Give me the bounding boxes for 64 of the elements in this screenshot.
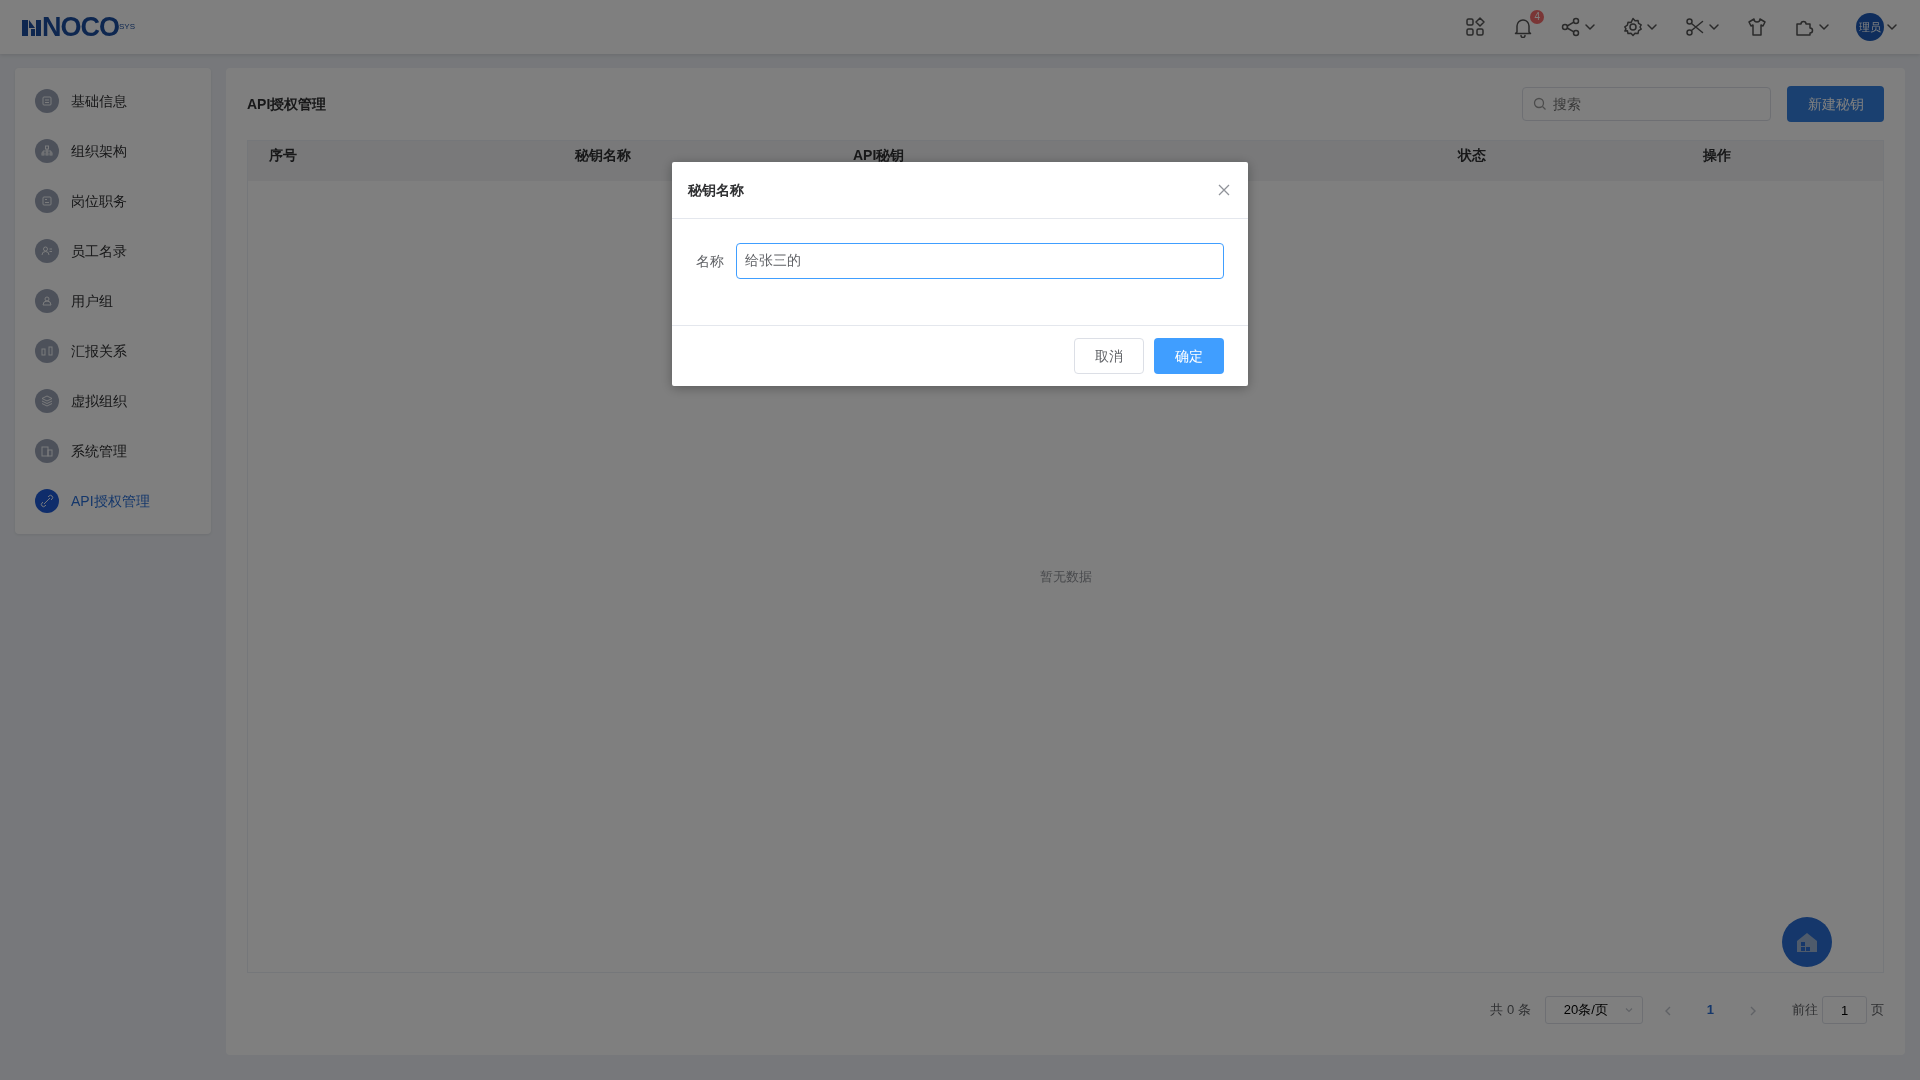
menu-icon [35, 489, 59, 513]
page-size-select[interactable]: 20条/页 [1544, 996, 1643, 1024]
caret-icon [1708, 21, 1720, 33]
menu-icon [35, 89, 59, 113]
share-icon [1560, 16, 1582, 38]
column-header: 操作 [1703, 146, 1733, 165]
shirt-button[interactable] [1746, 16, 1768, 38]
page-unit-label: 页 [1871, 1001, 1884, 1020]
menu-icon [35, 239, 59, 263]
column-header: 序号 [268, 146, 298, 165]
user-menu-button[interactable]: 理员 [1856, 13, 1898, 41]
shirt-icon [1746, 16, 1768, 38]
page-number[interactable]: 1 [1692, 1000, 1728, 1020]
scissors-icon [1684, 16, 1706, 38]
confirm-button[interactable]: 确定 [1154, 338, 1224, 374]
goto-page-field[interactable]: 1 [1822, 996, 1867, 1024]
caret-icon [1584, 21, 1596, 33]
goto-label: 前往 [1792, 1001, 1818, 1020]
field-label: 名称 [696, 251, 724, 271]
avatar: 理员 [1856, 13, 1884, 41]
column-header: 状态 [1457, 146, 1487, 165]
sidebar-item[interactable]: 基础信息 [15, 76, 211, 126]
close-button[interactable] [1216, 182, 1232, 198]
menu-icon [35, 339, 59, 363]
sidebar-item[interactable]: 虚拟组织 [15, 376, 211, 426]
settings-icon [1622, 16, 1644, 38]
close-icon [1216, 182, 1232, 198]
sidebar-item[interactable]: API授权管理 [15, 476, 211, 526]
menu-icon [35, 389, 59, 413]
caret-icon [1623, 1005, 1634, 1015]
column-header: 秘钥名称 [575, 146, 632, 165]
logo-icon [22, 18, 42, 36]
sidebar-item[interactable]: 员工名录 [15, 226, 211, 276]
search-icon [1533, 97, 1547, 111]
notification-badge: 4 [1530, 10, 1544, 24]
sidebar-item[interactable]: 系统管理 [15, 426, 211, 476]
menu-icon [35, 139, 59, 163]
house-icon [1794, 930, 1820, 954]
cancel-button[interactable]: 取消 [1074, 338, 1144, 374]
page-title: API授权管理 [247, 94, 327, 114]
menu-icon [35, 289, 59, 313]
search-field[interactable]: 搜索 [1522, 87, 1771, 121]
bell-icon [1512, 16, 1534, 38]
sidebar-item[interactable]: 岗位职务 [15, 176, 211, 226]
new-key-button[interactable]: 新建秘钥 [1787, 86, 1884, 122]
chevron-right-icon [1748, 1004, 1758, 1017]
caret-icon [1646, 21, 1658, 33]
sidebar-item[interactable]: 组织架构 [15, 126, 211, 176]
sidebar-item[interactable]: 用户组 [15, 276, 211, 326]
name-field[interactable]: 给张三的 [736, 243, 1224, 279]
apps-icon [1464, 16, 1486, 38]
apps-button[interactable] [1464, 16, 1486, 38]
sidebar-item[interactable]: 汇报关系 [15, 326, 211, 376]
column-header: API秘钥 [852, 146, 906, 165]
dialog-title: 秘钥名称 [688, 180, 744, 200]
menu-icon [35, 439, 59, 463]
tools-button[interactable] [1684, 16, 1720, 38]
share-button[interactable] [1560, 16, 1596, 38]
caret-icon [1886, 21, 1898, 33]
notification-button[interactable] [1512, 16, 1534, 38]
total-count: 共 0 条 [1490, 1001, 1531, 1020]
settings-button[interactable] [1622, 16, 1658, 38]
menu-icon [35, 189, 59, 213]
caret-icon [1818, 21, 1830, 33]
